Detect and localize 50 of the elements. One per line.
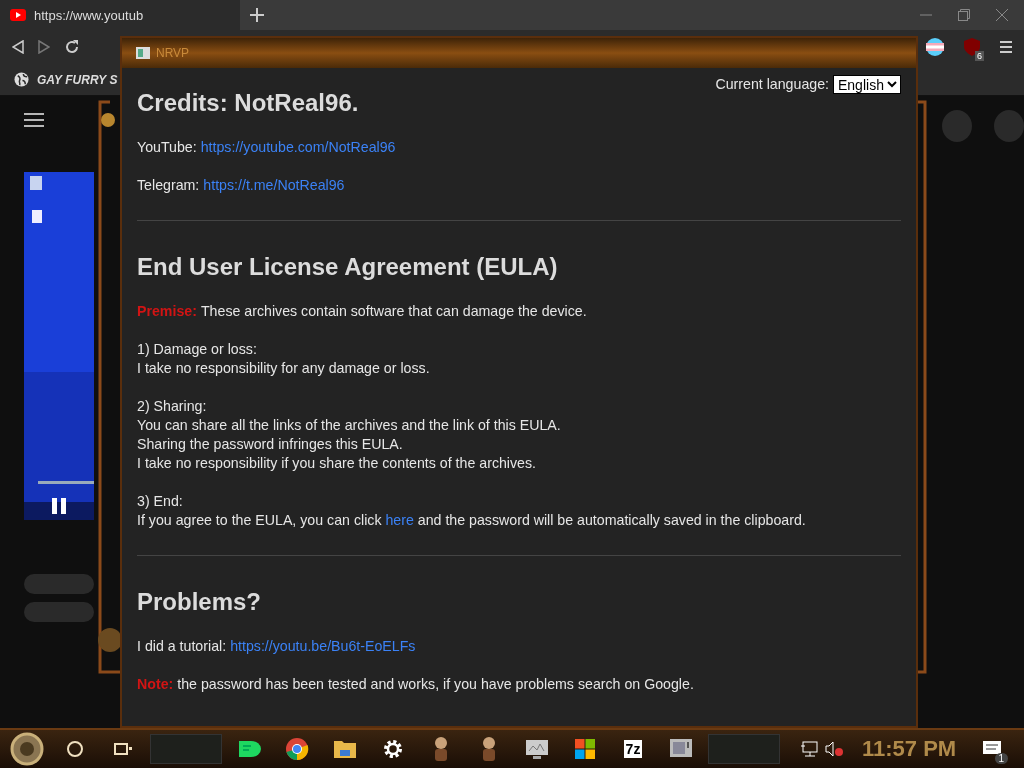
clock[interactable]: 11:57 PM (850, 736, 969, 762)
notice-text: the password has been tested and works, if you have problems search on Google. (177, 675, 694, 694)
agreement-sentence: If you agree to the EULA, you can click here and the password will be automatically saved in the clipboard. (137, 511, 807, 530)
flag-icon[interactable] (926, 38, 944, 56)
language-label: Current language: (715, 74, 829, 94)
link[interactable]: here (385, 512, 414, 528)
notice-text: These archives contain software that can damage the device. (200, 302, 587, 321)
text-line: I take no responsibility for any damage or loss. (137, 359, 431, 378)
section-heading: Problems? (137, 587, 263, 617)
bookmark-link[interactable]: GAY FURRY S (14, 72, 118, 87)
window-title: NRVP (156, 46, 190, 60)
text-line: Sharing the password infringes this EULA. (137, 435, 404, 454)
language-select[interactable]: English (833, 74, 901, 94)
link[interactable]: https://youtu.be/Bu6t-EoELFs (230, 637, 416, 656)
text-line: I take no responsibility if you share the contents of the archives. (137, 454, 538, 473)
link[interactable]: https://t.me/NotReal96 (203, 176, 345, 195)
reload-button[interactable] (64, 39, 80, 55)
link[interactable]: https://youtube.com/NotReal96 (200, 138, 396, 157)
link-label: Telegram: (137, 176, 200, 195)
count-badge: 1 (994, 753, 1009, 764)
count-badge: 6 (975, 51, 984, 61)
forward-button[interactable] (38, 40, 50, 54)
play-logo-icon (10, 9, 26, 21)
taskbar-panel (708, 734, 780, 764)
menu-button[interactable] (1000, 40, 1012, 54)
skeleton-bar (24, 574, 94, 594)
new-tab-button[interactable] (250, 8, 264, 22)
browser-tab[interactable]: https://www.youtub (0, 0, 240, 30)
notice-label: Note: (137, 675, 174, 694)
notice-label: Premise: (137, 302, 197, 321)
text-line: 3) End: (137, 492, 184, 511)
section-heading: End User License Agreement (EULA) (137, 252, 559, 282)
muted-speaker-icon[interactable] (824, 741, 844, 757)
globe-icon (14, 72, 29, 87)
skeleton-bar (24, 602, 94, 622)
network-icon[interactable] (800, 741, 818, 757)
text-line: You can share all the links of the archives and the link of this EULA. (137, 416, 562, 435)
link-label: YouTube: (137, 138, 197, 157)
back-button[interactable] (12, 40, 24, 54)
section-heading: Credits: NotReal96. (137, 88, 360, 118)
taskbar-panel (150, 734, 222, 764)
text-line: 1) Damage or loss: (137, 340, 258, 359)
placeholder-circle (994, 110, 1024, 142)
app-logo-icon (136, 47, 150, 59)
link-label: I did a tutorial: (137, 637, 227, 656)
placeholder-circle (942, 110, 972, 142)
close-icon[interactable] (996, 9, 1008, 21)
archive-app-button[interactable]: 7z (612, 732, 654, 766)
text-line: 2) Sharing: (137, 397, 208, 416)
restore-icon[interactable] (958, 9, 970, 21)
